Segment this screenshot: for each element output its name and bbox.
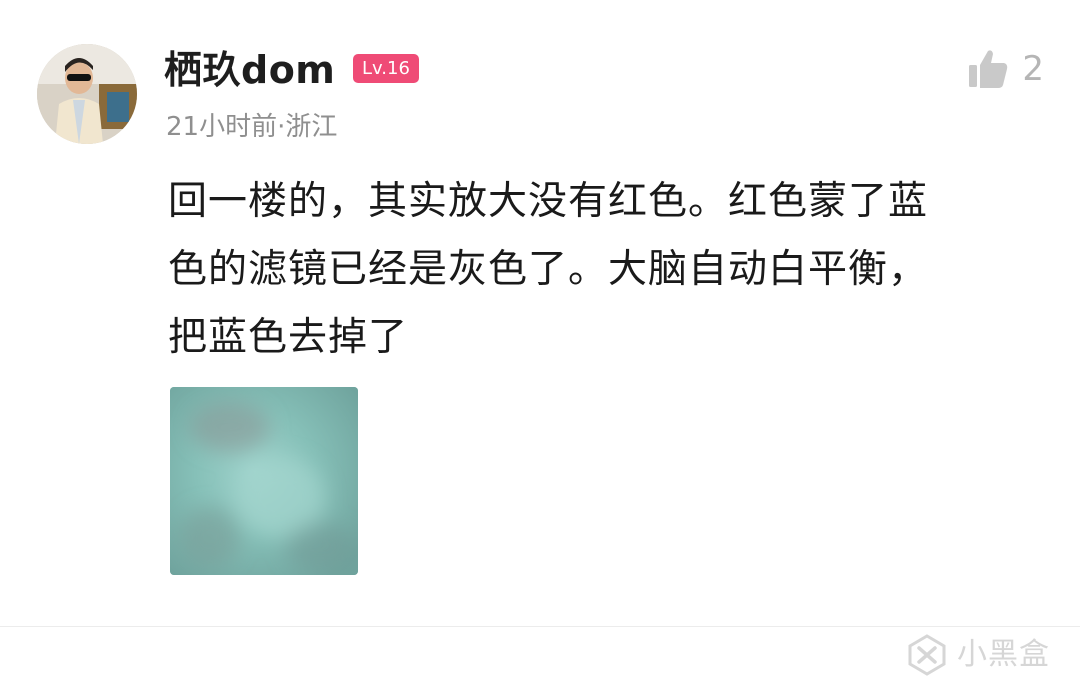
watermark-text: 小黑盒 — [957, 637, 1050, 672]
avatar[interactable] — [37, 44, 137, 144]
blurred-image — [170, 387, 358, 575]
comment-card: 栖玖dom Lv.16 21小时前·浙江 2 回一楼的，其实放大没有红色。红色蒙… — [0, 0, 1080, 626]
comment-text: 回一楼的，其实放大没有红色。红色蒙了蓝 色的滤镜已经是灰色了。大脑自动白平衡， … — [168, 179, 929, 360]
avatar-image — [37, 44, 137, 144]
level-badge: Lv.16 — [353, 54, 419, 83]
comment-meta: 21小时前·浙江 — [166, 112, 338, 142]
divider — [0, 626, 1080, 627]
like-button[interactable]: 2 — [966, 44, 1044, 94]
xiaoheihe-logo-icon — [908, 634, 946, 676]
like-count: 2 — [1022, 49, 1044, 89]
comment-image[interactable] — [170, 387, 358, 575]
thumbs-up-icon — [969, 50, 1008, 88]
username[interactable]: 栖玖dom — [164, 44, 335, 96]
watermark: 小黑盒 — [905, 633, 1050, 677]
